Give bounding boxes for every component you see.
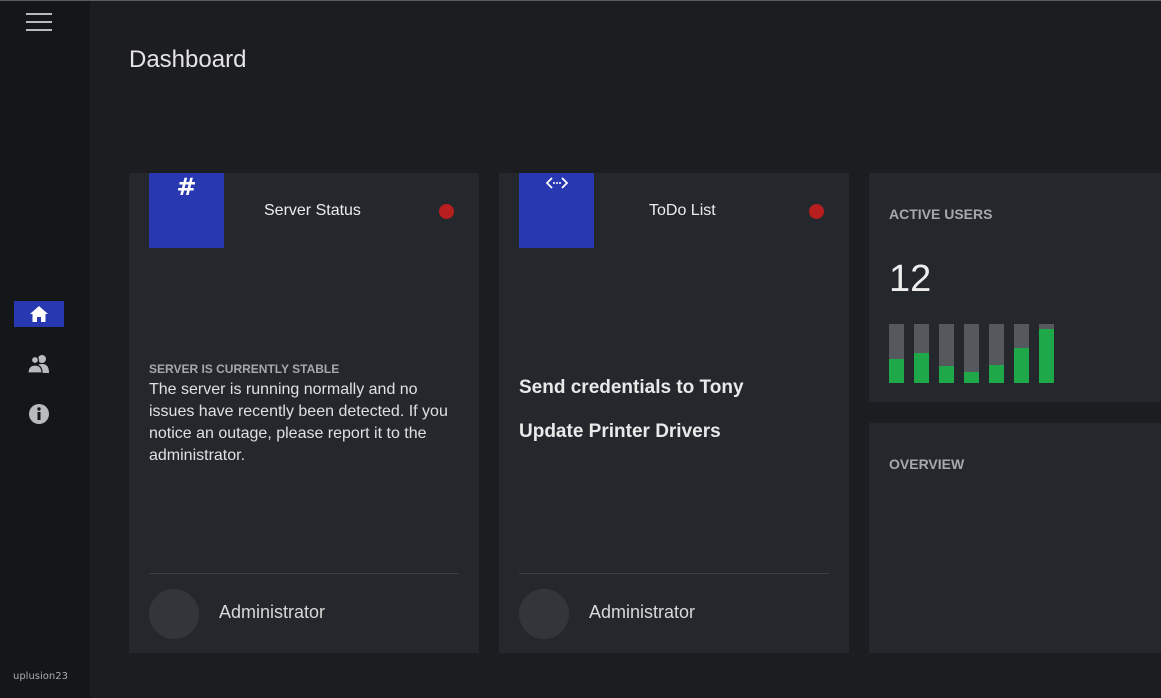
active-users-bar-fill [989,365,1004,383]
active-users-bar [989,324,1004,383]
overview-widget: OVERVIEW [869,423,1161,653]
sidebar: uplusion23 [0,1,90,698]
active-users-bar-chart [889,324,1059,383]
active-users-bar [914,324,929,383]
todo-list-title: ToDo List [649,202,716,219]
todo-card-author: Administrator [589,602,696,622]
todo-list: Send credentials to Tony Update Printer … [519,374,744,462]
active-users-bar [1039,324,1054,383]
server-status-heading: SERVER IS CURRENTLY STABLE [149,362,340,376]
page-title: Dashboard [129,46,247,73]
active-users-bar-fill [889,359,904,383]
active-users-bar-fill [939,366,954,383]
server-status-indicator [439,204,454,219]
info-icon [29,404,49,424]
server-icon-box: # [149,173,224,248]
active-users-bar-fill [1014,348,1029,383]
server-card-author: Administrator [219,602,326,622]
hamburger-menu-icon[interactable] [26,13,53,33]
active-users-bar [1014,324,1029,383]
card-divider [519,573,829,574]
sidebar-item-users[interactable] [14,351,64,377]
avatar [149,589,199,639]
users-icon [27,355,49,374]
active-users-bar [889,324,904,383]
active-users-widget: ACTIVE USERS 12 [869,173,1161,402]
active-users-bar-fill [1039,329,1054,383]
overview-label: OVERVIEW [889,456,965,472]
active-users-bar [964,324,979,383]
home-icon [30,306,48,322]
server-status-title: Server Status [264,202,361,219]
active-users-count: 12 [889,258,932,300]
active-users-bar-fill [914,353,929,383]
sidebar-username: uplusion23 [13,671,68,682]
hash-icon: # [176,173,197,201]
code-icon [545,177,568,189]
avatar [519,589,569,639]
active-users-label: ACTIVE USERS [889,206,993,222]
todo-item[interactable]: Update Printer Drivers [519,418,744,462]
window-top-border [0,0,1161,1]
todo-list-card: ToDo List Send credentials to Tony Updat… [499,173,849,653]
server-status-card: # Server Status SERVER IS CURRENTLY STAB… [129,173,479,653]
todo-item[interactable]: Send credentials to Tony [519,374,744,418]
sidebar-item-home[interactable] [14,301,64,327]
server-status-description: The server is running normally and no is… [149,381,448,464]
sidebar-item-info[interactable] [14,401,64,427]
todo-icon-box [519,173,594,248]
todo-status-indicator [809,204,824,219]
card-divider [149,573,459,574]
active-users-bar-fill [964,372,979,383]
active-users-bar [939,324,954,383]
